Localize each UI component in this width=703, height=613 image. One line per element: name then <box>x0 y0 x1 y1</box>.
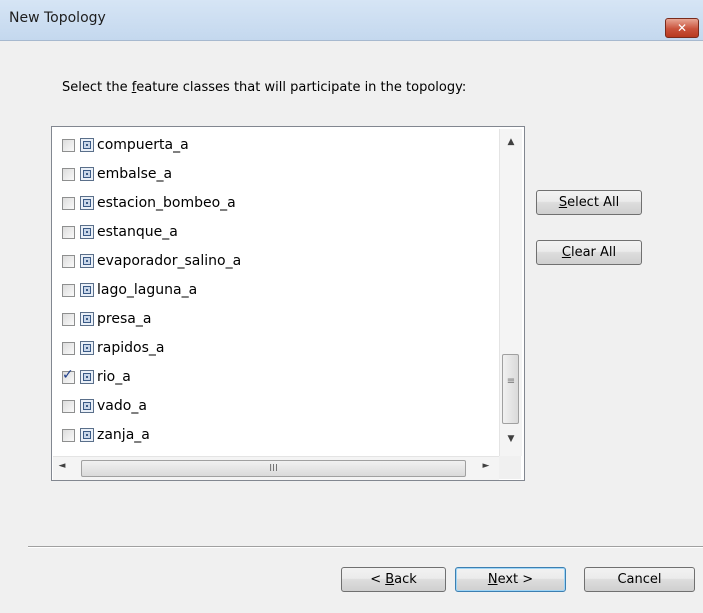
close-button[interactable]: ✕ <box>665 18 699 38</box>
cancel-button[interactable]: Cancel <box>584 567 695 592</box>
list-item[interactable]: presa_a <box>62 307 151 331</box>
checkbox[interactable] <box>62 428 75 442</box>
feature-class-icon <box>80 225 94 239</box>
checkbox[interactable] <box>62 225 75 239</box>
feature-class-label: compuerta_a <box>97 137 189 153</box>
feature-class-icon <box>80 138 94 152</box>
title-bar: New Topology ✕ <box>0 0 703 40</box>
select-all-button[interactable]: Select All <box>536 190 642 215</box>
feature-class-label: evaporador_salino_a <box>97 253 242 269</box>
list-item[interactable]: rapidos_a <box>62 336 164 360</box>
list-item[interactable]: compuerta_a <box>62 133 189 157</box>
feature-class-icon <box>80 399 94 413</box>
checkbox[interactable] <box>62 138 75 152</box>
scroll-down-icon[interactable]: ▼ <box>500 434 522 444</box>
feature-class-icon <box>80 428 94 442</box>
feature-class-label: lago_laguna_a <box>97 282 198 298</box>
vertical-scrollbar[interactable]: ▲ ≡ ▼ <box>499 129 522 456</box>
feature-class-label: zanja_a <box>97 427 150 443</box>
feature-class-icon <box>80 196 94 210</box>
list-item[interactable]: lago_laguna_a <box>62 278 197 302</box>
horizontal-scroll-thumb[interactable]: III <box>81 460 466 477</box>
feature-class-label: estacion_bombeo_a <box>97 195 236 211</box>
checkbox[interactable] <box>62 167 75 181</box>
feature-class-label: rapidos_a <box>97 340 165 356</box>
feature-class-label: vado_a <box>97 398 147 414</box>
scroll-left-icon[interactable]: ◄ <box>53 461 71 471</box>
separator <box>28 546 703 548</box>
list-item[interactable]: evaporador_salino_a <box>62 249 241 273</box>
feature-class-label: estanque_a <box>97 224 178 240</box>
checkbox[interactable] <box>62 312 75 326</box>
list-item[interactable]: estanque_a <box>62 220 178 244</box>
feature-class-icon <box>80 370 94 384</box>
checkmark-icon: ✓ <box>62 366 74 383</box>
window-title: New Topology <box>9 10 106 26</box>
checkbox[interactable]: ✓ <box>62 367 75 384</box>
feature-class-icon <box>80 312 94 326</box>
list-item[interactable]: estacion_bombeo_a <box>62 191 236 215</box>
list-item[interactable]: vado_a <box>62 394 147 418</box>
checkbox[interactable] <box>62 254 75 268</box>
feature-class-label: embalse_a <box>97 166 173 182</box>
close-icon: ✕ <box>676 21 688 35</box>
checkbox[interactable] <box>62 341 75 355</box>
horizontal-scrollbar[interactable]: ◄ III ► <box>53 456 499 480</box>
feature-class-icon <box>80 254 94 268</box>
vertical-scroll-thumb[interactable]: ≡ <box>502 354 519 424</box>
scroll-right-icon[interactable]: ► <box>477 461 495 471</box>
grip-icon: III <box>269 463 278 474</box>
next-button[interactable]: Next > <box>455 567 566 592</box>
scroll-up-icon[interactable]: ▲ <box>500 137 522 147</box>
feature-class-icon <box>80 283 94 297</box>
scrollbar-corner <box>499 456 521 479</box>
back-button[interactable]: < Back <box>341 567 446 592</box>
checkbox[interactable] <box>62 196 75 210</box>
clear-all-button[interactable]: Clear All <box>536 240 642 265</box>
feature-class-icon <box>80 341 94 355</box>
checkbox[interactable] <box>62 283 75 297</box>
grip-icon: ≡ <box>506 376 515 387</box>
feature-class-list[interactable]: compuerta_a embalse_a estacion_bombeo_aest… <box>51 126 525 481</box>
feature-class-label: rio_a <box>97 369 131 385</box>
list-item[interactable]: zanja_a <box>62 423 150 447</box>
feature-class-icon <box>80 167 94 181</box>
list-item[interactable]: embalse_a <box>62 162 172 186</box>
list-item[interactable]: ✓ rio_a <box>62 365 131 389</box>
checkbox[interactable] <box>62 399 75 413</box>
feature-class-label: presa_a <box>97 311 152 327</box>
instruction-text: Select the feature classes that will par… <box>62 80 467 95</box>
